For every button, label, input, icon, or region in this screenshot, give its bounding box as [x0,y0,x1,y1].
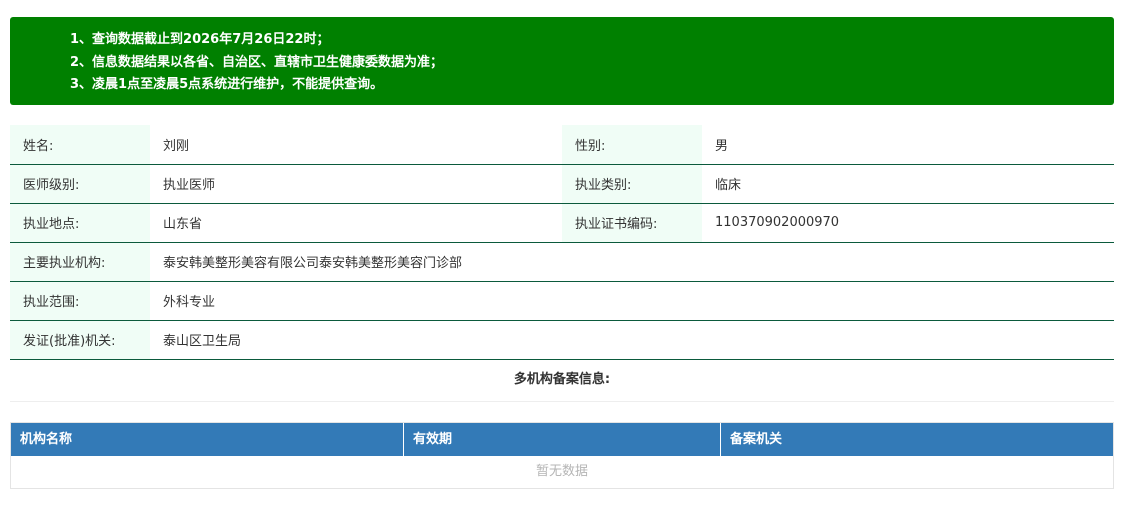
multi-institution-title: 多机构备案信息: [10,359,1114,402]
level-value: 执业医师 [150,164,562,204]
cert-value: 110370902000970 [702,203,1114,243]
doctor-info-table: 姓名: 刘刚 性别: 男 医师级别: 执业医师 执业类别: 临床 执业地点: 山… [10,125,1114,360]
table-row: 姓名: 刘刚 性别: 男 [10,125,1114,165]
column-header-filing-authority[interactable]: 备案机关 [721,423,1113,456]
table-header: 机构名称 有效期 备案机关 [11,423,1113,456]
table-row: 执业范围: 外科专业 [10,281,1114,321]
gender-label: 性别: [562,125,702,165]
category-value: 临床 [702,164,1114,204]
empty-state: 暂无数据 [535,464,588,479]
notice-line: 1、查询数据截止到2026年7月26日22时； [70,32,330,47]
column-header-org-name[interactable]: 机构名称 [11,423,404,456]
name-label: 姓名: [10,125,150,165]
category-label: 执业类别: [562,164,702,204]
notice-line: 3、凌晨1点至凌晨5点系统进行维护，不能提供查询。 [70,77,384,92]
gender-value: 男 [702,125,1114,165]
name-value: 刘刚 [150,125,562,165]
table-row: 医师级别: 执业医师 执业类别: 临床 [10,164,1114,204]
level-label: 医师级别: [10,164,150,204]
notice-line: 2、信息数据结果以各省、自治区、直辖市卫生健康委数据为准； [70,54,444,70]
table-row: 主要执业机构: 泰安韩美整形美容有限公司泰安韩美整形美容门诊部 [10,242,1114,282]
cert-label: 执业证书编码: [562,203,702,243]
column-header-validity[interactable]: 有效期 [404,423,721,456]
issuer-label: 发证(批准)机关: [10,320,150,360]
location-value: 山东省 [150,203,562,243]
scope-label: 执业范围: [10,281,150,321]
notice-banner: 1、查询数据截止到2026年7月26日22时； 2、信息数据结果以各省、自治区、… [10,17,1114,105]
multi-institution-table: 机构名称 有效期 备案机关 暂无数据 [10,422,1114,489]
table-row: 执业地点: 山东省 执业证书编码: 110370902000970 [10,203,1114,243]
scope-value: 外科专业 [150,281,1114,321]
table-row: 发证(批准)机关: 泰山区卫生局 [10,320,1114,360]
location-label: 执业地点: [10,203,150,243]
issuer-value: 泰山区卫生局 [150,320,1114,360]
org-label: 主要执业机构: [10,242,150,282]
org-value: 泰安韩美整形美容有限公司泰安韩美整形美容门诊部 [150,242,1114,282]
page: 1、查询数据截止到2026年7月26日22时； 2、信息数据结果以各省、自治区、… [0,0,1124,506]
